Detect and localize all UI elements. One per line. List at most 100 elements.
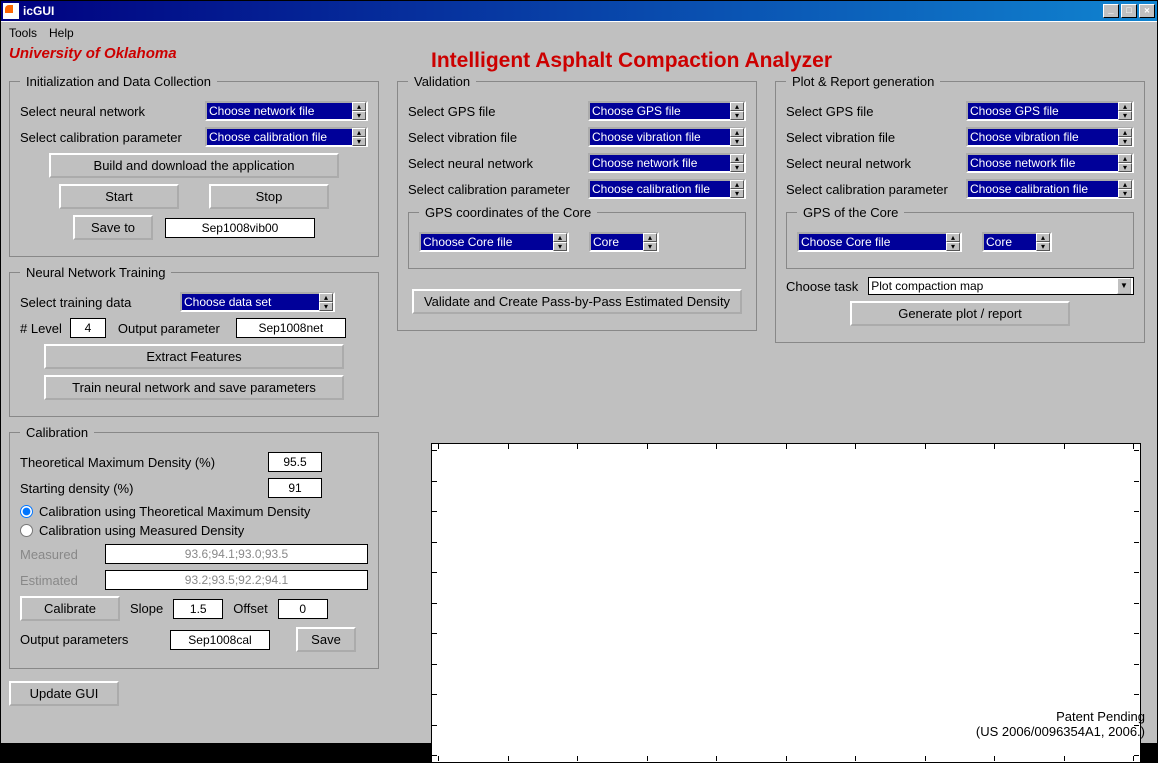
- val-core-file-value: Choose Core file: [423, 235, 512, 249]
- dropdown-arrows-icon: ▴▾: [1036, 233, 1050, 251]
- select-train-dropdown[interactable]: Choose data set ▴▾: [180, 292, 335, 312]
- patent-line1: Patent Pending: [976, 709, 1145, 724]
- radio-measured[interactable]: [20, 524, 33, 537]
- pr-gps-dropdown[interactable]: Choose GPS file ▴▾: [966, 101, 1134, 121]
- output-param-label: Output parameter: [118, 321, 220, 336]
- measured-input[interactable]: [105, 544, 368, 564]
- calibrate-button[interactable]: Calibrate: [20, 596, 120, 621]
- maximize-button[interactable]: □: [1121, 4, 1137, 18]
- pr-gps-core-fieldset: GPS of the Core Choose Core file ▴▾ Core…: [786, 205, 1134, 269]
- menu-tools[interactable]: Tools: [9, 26, 37, 40]
- pr-core-value: Core: [986, 235, 1012, 249]
- pr-core-file-dropdown[interactable]: Choose Core file ▴▾: [797, 232, 962, 252]
- val-cal-label: Select calibration parameter: [408, 182, 588, 197]
- calibration-fieldset: Calibration Theoretical Maximum Density …: [9, 425, 379, 669]
- dropdown-arrows-icon: ▴▾: [730, 154, 744, 172]
- training-legend: Neural Network Training: [20, 265, 171, 280]
- val-core-value: Core: [593, 235, 619, 249]
- window-controls: _ □ ✕: [1103, 4, 1155, 18]
- val-gps-core-fieldset: GPS coordinates of the Core Choose Core …: [408, 205, 746, 269]
- tmd-label: Theoretical Maximum Density (%): [20, 455, 260, 470]
- val-cal-dropdown[interactable]: Choose calibration file ▴▾: [588, 179, 746, 199]
- val-core-dropdown[interactable]: Core ▴▾: [589, 232, 659, 252]
- extract-button[interactable]: Extract Features: [44, 344, 344, 369]
- slope-label: Slope: [130, 601, 163, 616]
- val-nn-value: Choose network file: [592, 156, 697, 170]
- training-fieldset: Neural Network Training Select training …: [9, 265, 379, 417]
- start-density-input[interactable]: [268, 478, 322, 498]
- validation-legend: Validation: [408, 74, 476, 89]
- pr-nn-dropdown[interactable]: Choose network file ▴▾: [966, 153, 1134, 173]
- radio-tmd[interactable]: [20, 505, 33, 518]
- select-cal-label: Select calibration parameter: [20, 130, 205, 145]
- menubar: Tools Help: [1, 21, 1157, 43]
- offset-label: Offset: [233, 601, 267, 616]
- task-value: Plot compaction map: [871, 279, 983, 293]
- stop-button[interactable]: Stop: [209, 184, 329, 209]
- val-gps-core-legend: GPS coordinates of the Core: [419, 205, 597, 220]
- radio-measured-label: Calibration using Measured Density: [39, 523, 244, 538]
- select-nn-dropdown[interactable]: Choose network file ▴▾: [205, 101, 368, 121]
- val-nn-dropdown[interactable]: Choose network file ▴▾: [588, 153, 746, 173]
- train-button[interactable]: Train neural network and save parameters: [44, 375, 344, 400]
- dropdown-arrows-icon: ▴▾: [352, 102, 366, 120]
- menu-help[interactable]: Help: [49, 26, 74, 40]
- save-to-button[interactable]: Save to: [73, 215, 153, 240]
- select-cal-dropdown[interactable]: Choose calibration file ▴▾: [205, 127, 368, 147]
- minimize-button[interactable]: _: [1103, 4, 1119, 18]
- close-button[interactable]: ✕: [1139, 4, 1155, 18]
- offset-input[interactable]: [278, 599, 328, 619]
- val-vib-dropdown[interactable]: Choose vibration file ▴▾: [588, 127, 746, 147]
- dropdown-arrows-icon: ▴▾: [1118, 128, 1132, 146]
- start-button[interactable]: Start: [59, 184, 179, 209]
- cal-save-button[interactable]: Save: [296, 627, 356, 652]
- pr-core-dropdown[interactable]: Core ▴▾: [982, 232, 1052, 252]
- task-select[interactable]: Plot compaction map ▼: [868, 277, 1134, 295]
- val-nn-label: Select neural network: [408, 156, 588, 171]
- dropdown-arrows-icon: ▴▾: [319, 293, 333, 311]
- output-param-input[interactable]: [236, 318, 346, 338]
- pr-gps-value: Choose GPS file: [970, 104, 1059, 118]
- dropdown-arrows-icon: ▴▾: [643, 233, 657, 251]
- generate-button[interactable]: Generate plot / report: [850, 301, 1070, 326]
- val-gps-dropdown[interactable]: Choose GPS file ▴▾: [588, 101, 746, 121]
- out-params-label: Output parameters: [20, 632, 160, 647]
- left-column: Initialization and Data Collection Selec…: [9, 74, 379, 706]
- pr-vib-label: Select vibration file: [786, 130, 966, 145]
- patent-notice: Patent Pending (US 2006/0096354A1, 2006.…: [976, 709, 1145, 739]
- pr-vib-value: Choose vibration file: [970, 130, 1079, 144]
- task-label: Choose task: [786, 279, 858, 294]
- slope-input[interactable]: [173, 599, 223, 619]
- dropdown-arrows-icon: ▴▾: [553, 233, 567, 251]
- level-input[interactable]: [70, 318, 106, 338]
- pr-nn-value: Choose network file: [970, 156, 1075, 170]
- app-window: icGUI _ □ ✕ Tools Help University of Okl…: [0, 0, 1158, 744]
- chevron-down-icon: ▼: [1117, 278, 1131, 294]
- dropdown-arrows-icon: ▴▾: [730, 128, 744, 146]
- window-title: icGUI: [23, 4, 1103, 18]
- pr-cal-value: Choose calibration file: [970, 182, 1088, 196]
- build-button[interactable]: Build and download the application: [49, 153, 339, 178]
- dropdown-arrows-icon: ▴▾: [1118, 154, 1132, 172]
- init-legend: Initialization and Data Collection: [20, 74, 217, 89]
- update-gui-button[interactable]: Update GUI: [9, 681, 119, 706]
- validate-button[interactable]: Validate and Create Pass-by-Pass Estimat…: [412, 289, 742, 314]
- dropdown-arrows-icon: ▴▾: [730, 180, 744, 198]
- val-gps-label: Select GPS file: [408, 104, 588, 119]
- app-title: Intelligent Asphalt Compaction Analyzer: [431, 49, 832, 73]
- level-label: # Level: [20, 321, 62, 336]
- measured-label: Measured: [20, 547, 95, 562]
- tmd-input[interactable]: [268, 452, 322, 472]
- pr-cal-dropdown[interactable]: Choose calibration file ▴▾: [966, 179, 1134, 199]
- save-to-input[interactable]: [165, 218, 315, 238]
- val-core-file-dropdown[interactable]: Choose Core file ▴▾: [419, 232, 569, 252]
- val-cal-value: Choose calibration file: [592, 182, 710, 196]
- dropdown-arrows-icon: ▴▾: [946, 233, 960, 251]
- init-fieldset: Initialization and Data Collection Selec…: [9, 74, 379, 257]
- pr-cal-label: Select calibration parameter: [786, 182, 966, 197]
- estimated-input[interactable]: [105, 570, 368, 590]
- pr-vib-dropdown[interactable]: Choose vibration file ▴▾: [966, 127, 1134, 147]
- out-params-input[interactable]: [170, 630, 270, 650]
- val-vib-value: Choose vibration file: [592, 130, 701, 144]
- pr-nn-label: Select neural network: [786, 156, 966, 171]
